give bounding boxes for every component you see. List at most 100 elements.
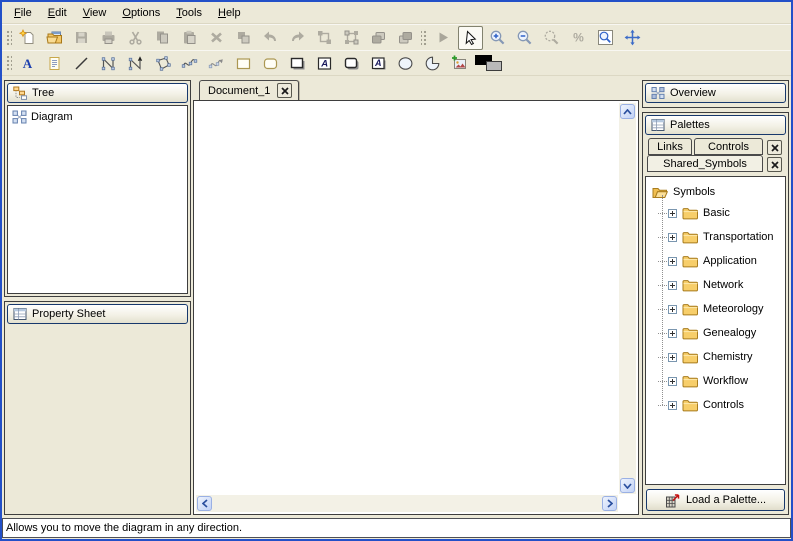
palette-tree-root[interactable]: Symbols [646,177,785,201]
expand-plus-icon[interactable] [668,233,677,242]
expand-plus-icon[interactable] [668,257,677,266]
text-label-tool-button[interactable]: A [312,51,337,75]
filled-rectangle-icon [289,55,306,72]
menu-options[interactable]: Options [114,4,168,22]
ungroup-button[interactable] [339,26,364,50]
new-document-button[interactable] [15,26,40,50]
vertical-scrollbar[interactable] [619,103,636,494]
expand-plus-icon[interactable] [668,353,677,362]
closed-folder-icon [682,327,698,340]
toolbar-grip[interactable] [5,54,12,72]
run-button[interactable] [431,26,456,50]
horizontal-scrollbar[interactable] [196,495,618,512]
palette-tab-shared-symbols[interactable]: Shared_Symbols [647,155,763,172]
palette-folder-controls[interactable]: Controls [658,393,785,417]
insert-image-tool-button[interactable] [447,51,472,75]
menu-view[interactable]: View [75,4,115,22]
delete-button[interactable] [204,26,229,50]
palette-folder-workflow[interactable]: Workflow [658,369,785,393]
rectangle-tool-button[interactable] [231,51,256,75]
zoom-percent-button[interactable]: % [566,26,591,50]
svg-text:%: % [573,31,584,45]
polyline-arrow-tool-button[interactable] [123,51,148,75]
rounded-rectangle-tool-button[interactable] [258,51,283,75]
copy-button[interactable] [150,26,175,50]
palette-tab-close-button[interactable] [767,157,782,172]
select-tool-button[interactable] [458,26,483,50]
ellipse-tool-button[interactable] [393,51,418,75]
tree-content[interactable]: Diagram [7,105,188,294]
open-button[interactable] [42,26,67,50]
duplicate-button[interactable] [231,26,256,50]
color-selector[interactable] [475,55,505,72]
expand-plus-icon[interactable] [668,329,677,338]
send-to-back-button[interactable] [393,26,418,50]
zoom-in-button[interactable] [485,26,510,50]
tree-item-diagram[interactable]: Diagram [8,106,187,124]
bring-to-front-button[interactable] [366,26,391,50]
polygon-tool-button[interactable] [150,51,175,75]
undo-button[interactable] [258,26,283,50]
toolbar-grip[interactable] [5,29,12,47]
filled-rectangle-tool-button[interactable] [285,51,310,75]
line-tool-button[interactable] [69,51,94,75]
rounded-text-label-tool-button[interactable]: A [366,51,391,75]
palette-folder-transportation[interactable]: Transportation [658,225,785,249]
tree-panel-header[interactable]: Tree [7,83,188,103]
palette-folder-basic[interactable]: Basic [658,201,785,225]
tree-panel-title: Tree [32,87,54,99]
group-button[interactable] [312,26,337,50]
palette-tree-children: Basic Transportation Application Network… [658,201,785,417]
overview-header[interactable]: Overview [645,83,786,103]
document-tab-close-button[interactable] [277,83,292,98]
document-tab[interactable]: Document_1 [199,80,299,100]
palette-tab-links[interactable]: Links [648,138,692,155]
zoom-area-button[interactable] [539,26,564,50]
menu-help[interactable]: Help [210,4,249,22]
status-text: Allows you to move the diagram in any di… [6,522,242,534]
rich-text-tool-button[interactable] [42,51,67,75]
palette-tree[interactable]: Symbols Basic Transportation Application… [645,176,786,485]
expand-plus-icon[interactable] [668,377,677,386]
paste-button[interactable] [177,26,202,50]
load-palette-button[interactable]: Load a Palette... [646,489,785,511]
fit-to-window-button[interactable] [593,26,618,50]
curve-arrow-tool-button[interactable] [204,51,229,75]
scroll-down-button[interactable] [620,478,635,493]
pan-tool-button[interactable] [620,26,645,50]
palette-tab-controls[interactable]: Controls [694,138,763,155]
menu-file[interactable]: File [6,4,40,22]
palette-folder-chemistry[interactable]: Chemistry [658,345,785,369]
palette-folder-genealogy[interactable]: Genealogy [658,321,785,345]
menu-edit[interactable]: Edit [40,4,75,22]
scroll-right-button[interactable] [602,496,617,511]
background-color-swatch[interactable] [486,61,502,71]
text-tool-button[interactable]: A [15,51,40,75]
expand-plus-icon[interactable] [668,281,677,290]
redo-button[interactable] [285,26,310,50]
palette-tab-close-button[interactable] [767,140,782,155]
polyline-tool-button[interactable] [96,51,121,75]
arc-tool-button[interactable] [420,51,445,75]
scroll-up-button[interactable] [620,104,635,119]
menu-tools[interactable]: Tools [168,4,210,22]
diagram-canvas[interactable] [193,100,639,515]
palette-folder-meteorology[interactable]: Meteorology [658,297,785,321]
ungroup-icon [343,29,360,46]
palette-folder-network[interactable]: Network [658,273,785,297]
print-button[interactable] [96,26,121,50]
expand-plus-icon[interactable] [668,305,677,314]
filled-rounded-rectangle-tool-button[interactable] [339,51,364,75]
expand-plus-icon[interactable] [668,209,677,218]
scroll-left-button[interactable] [197,496,212,511]
printer-icon [100,29,117,46]
zoom-out-button[interactable] [512,26,537,50]
expand-plus-icon[interactable] [668,401,677,410]
palette-folder-application[interactable]: Application [658,249,785,273]
palettes-header[interactable]: Palettes [645,115,786,135]
save-button[interactable] [69,26,94,50]
curve-tool-button[interactable] [177,51,202,75]
property-sheet-header[interactable]: Property Sheet [7,304,188,324]
cut-button[interactable] [123,26,148,50]
curve-icon [181,55,198,72]
